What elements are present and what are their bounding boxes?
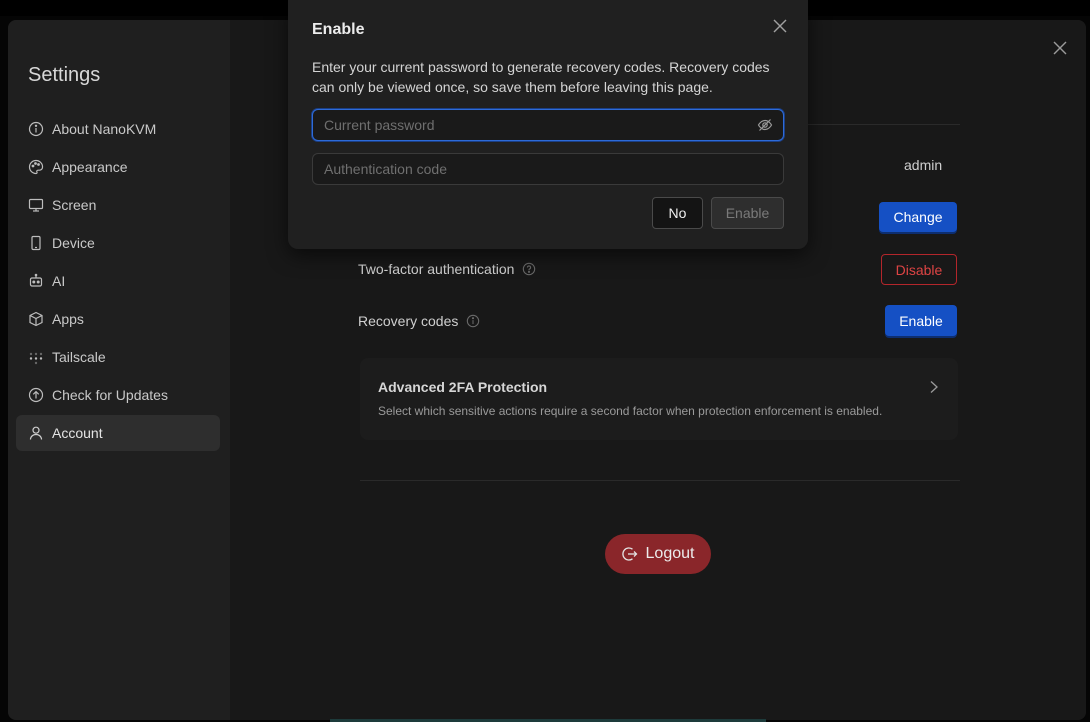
palette-icon xyxy=(28,159,44,175)
logout-icon xyxy=(621,547,637,561)
authentication-code-input[interactable] xyxy=(312,153,784,185)
sidebar-item-apps[interactable]: Apps xyxy=(16,301,220,337)
robot-icon xyxy=(29,273,43,287)
sidebar-item-tailscale[interactable]: Tailscale xyxy=(16,339,220,375)
logout-label: Logout xyxy=(645,545,695,562)
sidebar-item-label: Tailscale xyxy=(52,349,106,365)
recovery-row-label: Recovery codes xyxy=(358,313,480,329)
sidebar-item-label: Account xyxy=(52,425,103,441)
username-value: admin xyxy=(904,157,943,173)
settings-title: Settings xyxy=(28,64,101,86)
sidebar-item-appearance[interactable]: Appearance xyxy=(16,149,220,185)
app-window: Settings About NanoKVM Appearance Screen… xyxy=(0,0,1090,722)
chevron-right-icon xyxy=(930,381,938,393)
section-divider-bottom xyxy=(360,480,960,481)
recovery-enable-button[interactable]: Enable xyxy=(885,305,957,336)
recovery-codes-label: Recovery codes xyxy=(358,313,459,329)
arrow-up-circle-icon xyxy=(28,387,44,403)
logout-button[interactable]: Logout xyxy=(605,534,711,574)
dialog-title: Enable xyxy=(312,21,365,38)
dialog-enable-button: Enable xyxy=(711,197,784,229)
two-factor-label: Two-factor authentication xyxy=(358,261,515,277)
change-password-button[interactable]: Change xyxy=(879,202,957,232)
sidebar-item-label: Check for Updates xyxy=(52,387,168,403)
tailscale-dots-icon xyxy=(29,352,43,365)
settings-sidebar: Settings About NanoKVM Appearance Screen… xyxy=(8,20,230,720)
sidebar-item-label: Device xyxy=(52,235,95,251)
advanced-2fa-title: Advanced 2FA Protection xyxy=(378,379,548,395)
package-box-icon xyxy=(29,311,43,327)
two-factor-row-label: Two-factor authentication xyxy=(358,261,536,277)
sidebar-item-device[interactable]: Device xyxy=(16,225,220,261)
sidebar-item-check-updates[interactable]: Check for Updates xyxy=(16,377,220,413)
settings-nav: About NanoKVM Appearance Screen Device A… xyxy=(16,111,220,453)
sidebar-item-label: About NanoKVM xyxy=(52,121,157,137)
disable-2fa-button[interactable]: Disable xyxy=(881,254,957,285)
sidebar-item-label: Screen xyxy=(52,197,97,213)
info-circle-icon[interactable] xyxy=(466,314,480,328)
sidebar-item-ai[interactable]: AI xyxy=(16,263,220,299)
dialog-no-button[interactable]: No xyxy=(652,197,703,229)
current-password-input[interactable] xyxy=(312,109,784,141)
sidebar-item-account[interactable]: Account xyxy=(16,415,220,451)
monitor-icon xyxy=(28,198,44,212)
sidebar-item-label: AI xyxy=(52,273,66,289)
sidebar-item-screen[interactable]: Screen xyxy=(16,187,220,223)
dialog-close-icon[interactable] xyxy=(772,18,788,34)
sidebar-item-label: Appearance xyxy=(52,159,128,175)
enable-recovery-dialog: Enable Enter your current password to ge… xyxy=(288,0,808,249)
advanced-2fa-card[interactable]: Advanced 2FA Protection Select which sen… xyxy=(360,358,958,440)
dialog-description: Enter your current password to generate … xyxy=(312,59,770,95)
info-circle-icon xyxy=(28,121,44,137)
close-icon[interactable] xyxy=(1052,40,1068,56)
help-circle-icon[interactable] xyxy=(522,262,536,276)
advanced-2fa-description: Select which sensitive actions require a… xyxy=(378,404,883,418)
user-icon xyxy=(29,426,43,440)
eye-off-icon[interactable] xyxy=(757,117,773,133)
sidebar-item-about[interactable]: About NanoKVM xyxy=(16,111,220,147)
sidebar-item-label: Apps xyxy=(52,311,84,327)
phone-device-icon xyxy=(31,235,41,251)
